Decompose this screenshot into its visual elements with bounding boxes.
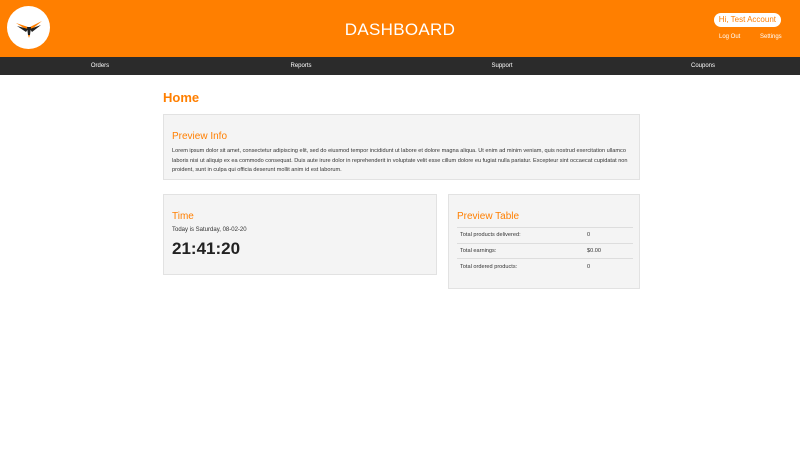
table-row: Total earnings: $0.00 [457, 242, 633, 259]
clock-display: 21:41:20 [172, 239, 241, 258]
nav-item-reports[interactable]: Reports [290, 57, 311, 75]
app-title: DASHBOARD [344, 20, 456, 39]
nav-item-orders[interactable]: Orders [91, 57, 109, 75]
nav-item-coupons[interactable]: Coupons [691, 57, 715, 75]
time-card: Time Today is Saturday, 08-02-20 21:41:2… [163, 194, 437, 275]
table-cell-value: 0 [587, 258, 633, 274]
settings-link[interactable]: Settings [760, 34, 782, 40]
logout-link[interactable]: Log Out [719, 34, 740, 40]
table-cell-label: Total products delivered: [457, 227, 587, 243]
preview-table-title: Preview Table [457, 211, 520, 222]
account-greeting[interactable]: Hi, Test Account [713, 13, 781, 27]
preview-info-text: Lorem ipsum dolor sit amet, consectetur … [172, 148, 628, 173]
main-nav: Orders Reports Support Coupons [0, 57, 800, 75]
preview-table-card: Preview Table Total products delivered: … [448, 194, 640, 289]
date-text: Today is Saturday, 08-02-20 [172, 227, 247, 233]
table-cell-value: $0.00 [587, 242, 633, 259]
preview-info-title: Preview Info [172, 131, 228, 142]
time-title: Time [172, 211, 194, 222]
table-row: Total products delivered: 0 [457, 227, 633, 243]
preview-info-card: Preview Info Lorem ipsum dolor sit amet,… [163, 114, 640, 180]
top-header: DASHBOARD Hi, Test Account Log Out Setti… [0, 0, 800, 57]
table-cell-label: Total earnings: [457, 242, 587, 259]
nav-item-support[interactable]: Support [491, 57, 512, 75]
page-title: Home [163, 90, 200, 105]
table-cell-value: 0 [587, 227, 633, 243]
table-row: Total ordered products: 0 [457, 258, 633, 274]
preview-table: Total products delivered: 0 Total earnin… [457, 227, 633, 274]
table-cell-label: Total ordered products: [457, 258, 587, 274]
